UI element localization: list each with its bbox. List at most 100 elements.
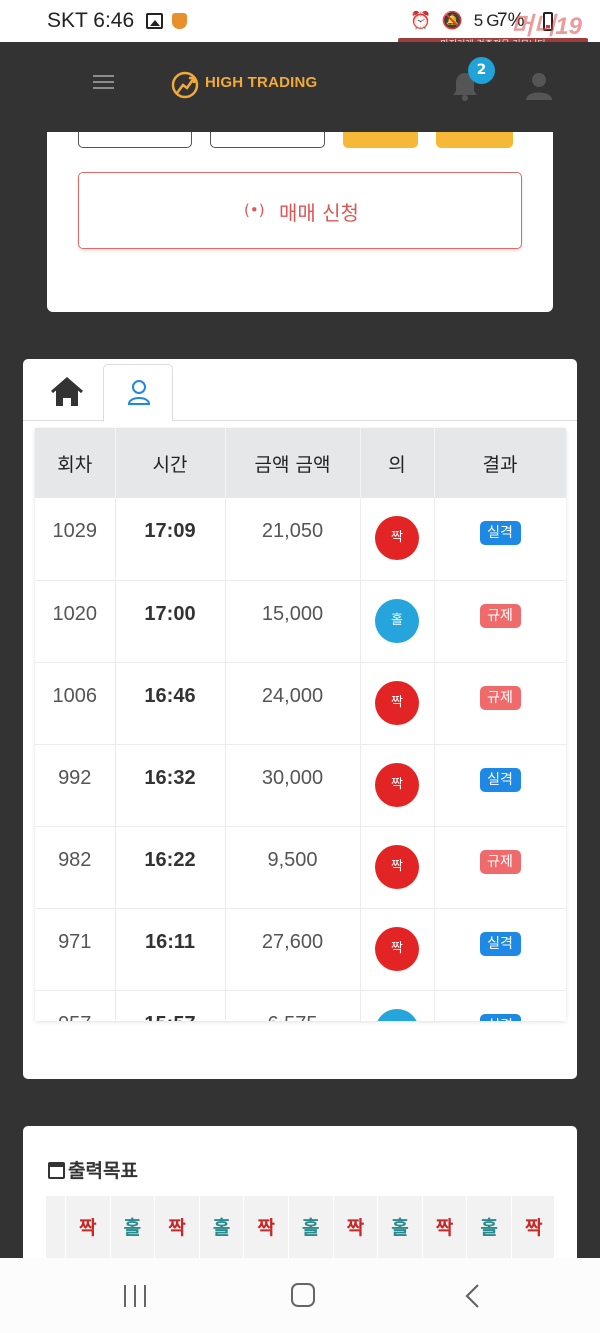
watermark-logo: 머니19	[511, 13, 582, 40]
amount-cell: 30,000	[225, 744, 361, 827]
trade-apply-label: 매매 신청	[279, 201, 359, 225]
amount-cell: 6,575	[225, 990, 361, 1021]
target-cell: 홀	[467, 1196, 512, 1260]
time-cell: 16:11	[115, 908, 226, 991]
pick-badge: 홀	[375, 598, 419, 643]
time-cell: 15:57	[115, 990, 226, 1021]
target-cell: 짝	[244, 1196, 289, 1260]
app-header: HIGH TRADING 2	[0, 42, 600, 132]
hamburger-menu-icon[interactable]	[93, 75, 114, 90]
option-button[interactable]	[78, 132, 192, 148]
result-badge: 실격	[479, 521, 521, 545]
target-pattern-row[interactable]: 짝홀짝홀짝홀짝홀짝홀짝	[46, 1196, 554, 1260]
result-cell: 실격	[434, 498, 566, 581]
amount-cell: 21,050	[225, 498, 361, 581]
pick-cell: 짝	[360, 908, 435, 991]
table-row[interactable]: 992 16:32 30,000 짝 실격	[35, 744, 566, 827]
target-cell: 홀	[378, 1196, 423, 1260]
amount-cell: 27,600	[225, 908, 361, 991]
user-tab[interactable]	[103, 364, 173, 422]
round-cell: 1029	[35, 498, 116, 581]
result-badge: 규제	[479, 849, 521, 874]
user-icon[interactable]	[523, 70, 555, 102]
option-button[interactable]	[210, 132, 325, 148]
pick-badge: 홀	[375, 1008, 419, 1021]
target-cell: 짝	[155, 1196, 200, 1260]
shield-icon	[172, 13, 187, 29]
result-badge: 실격	[479, 767, 521, 792]
result-cell: 규제	[434, 662, 566, 745]
time-cell: 17:00	[115, 580, 226, 663]
result-badge: 규제	[479, 603, 521, 628]
time-cell: 16:22	[115, 826, 226, 909]
target-cell: 짝	[66, 1196, 111, 1260]
pick-badge: 짝	[375, 762, 419, 807]
amount-cell: 24,000	[225, 662, 361, 745]
pick-cell: 홀	[360, 580, 435, 663]
column-header: 의	[360, 428, 435, 498]
result-cell: 실격	[434, 990, 566, 1021]
amount-cell: 15,000	[225, 580, 361, 663]
recents-icon[interactable]	[124, 1285, 148, 1307]
target-cell: 짝	[334, 1196, 379, 1260]
time-cell: 16:32	[115, 744, 226, 827]
result-cell: 실격	[434, 908, 566, 991]
round-cell: 957	[35, 990, 116, 1021]
action-button[interactable]	[436, 132, 513, 148]
round-cell: 1020	[35, 580, 116, 663]
result-cell: 규제	[434, 826, 566, 909]
table-row[interactable]: 1020 17:00 15,000 홀 규제	[35, 580, 566, 663]
target-cell: 홀	[111, 1196, 156, 1260]
status-bar: SKT 6:46 ⏰ 🔕 5G 7% 머니19 마진거래 검증전문 커뮤니티	[0, 0, 600, 53]
column-header: 결과	[434, 428, 566, 498]
pick-cell: 짝	[360, 662, 435, 745]
system-nav-bar	[0, 1258, 600, 1333]
brand-logo-icon	[171, 71, 199, 99]
result-badge: 실격	[479, 1013, 521, 1021]
table-row[interactable]: 95715:576,575 홀 실격	[35, 990, 566, 1021]
trade-request-card: (•) 매매 신청	[47, 132, 553, 312]
target-cell: 홀	[200, 1196, 245, 1260]
pick-badge: 짝	[375, 680, 419, 725]
pick-badge: 짝	[375, 844, 419, 889]
time-cell: 17:09	[115, 498, 226, 581]
tab-bar	[23, 359, 577, 422]
home-circle-icon[interactable]	[291, 1283, 315, 1307]
amount-cell: 9,500	[225, 826, 361, 909]
column-header: 회차	[35, 428, 116, 498]
user-outline-icon	[127, 380, 151, 405]
table-row[interactable]: 971 16:11 27,600 짝 실격	[35, 908, 566, 991]
gallery-icon	[146, 13, 163, 29]
pick-cell: 짝	[360, 498, 435, 581]
target-cell: 홀	[289, 1196, 334, 1260]
trade-apply-button[interactable]: (•) 매매 신청	[78, 172, 522, 249]
target-title: 출력목표	[48, 1156, 138, 1183]
pick-cell: 짝	[360, 826, 435, 909]
time-cell: 16:46	[115, 662, 226, 745]
calendar-icon	[48, 1162, 65, 1179]
home-icon	[51, 377, 83, 406]
target-cell-partial	[46, 1196, 66, 1260]
brand-name[interactable]: HIGH TRADING	[205, 74, 317, 91]
table-row[interactable]: 1006 16:46 24,000 짝 규제	[35, 662, 566, 745]
action-button[interactable]	[343, 132, 418, 148]
broadcast-icon: (•)	[244, 201, 265, 219]
table-row[interactable]: 1029 17:09 21,050 짝 실격	[35, 498, 566, 581]
pick-cell: 홀	[360, 990, 435, 1021]
result-cell: 규제	[434, 580, 566, 663]
notification-badge: 2	[468, 57, 495, 84]
status-time: SKT 6:46	[47, 9, 135, 32]
target-cell: 짝	[423, 1196, 468, 1260]
column-header: 금액 금액	[225, 428, 361, 498]
round-cell: 992	[35, 744, 116, 827]
result-badge: 규제	[479, 685, 521, 710]
table-row[interactable]: 982 16:22 9,500 짝 규제	[35, 826, 566, 909]
target-title-text: 출력목표	[68, 1160, 138, 1182]
home-tab[interactable]	[45, 377, 89, 411]
history-table[interactable]: 회차 시간 금액 금액 의 결과 1029 17:09 21,050 짝 실격 1020 1…	[35, 428, 566, 1021]
column-header: 시간	[115, 428, 226, 498]
back-chevron-icon[interactable]	[463, 1283, 483, 1309]
table-header-row: 회차 시간 금액 금액 의 결과	[35, 428, 566, 498]
pick-badge: 짝	[375, 926, 419, 971]
round-cell: 982	[35, 826, 116, 909]
